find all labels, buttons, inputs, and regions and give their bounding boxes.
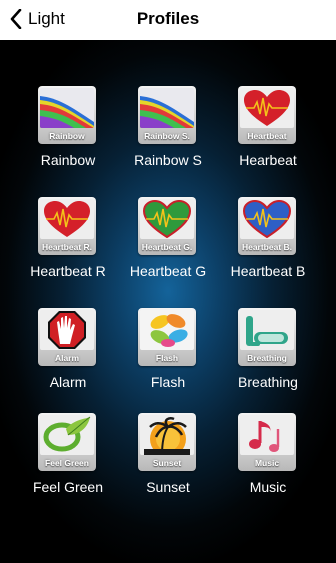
green-swirl-icon xyxy=(40,415,94,455)
profile-icon-button[interactable]: Sunset xyxy=(138,413,196,471)
profile-label: Breathing xyxy=(238,374,298,390)
profiles-grid: Rainbow Rainbow Rainbow S. Rainbow S Hea… xyxy=(0,40,336,563)
profile-label: Music xyxy=(249,479,287,495)
heartbeat-icon xyxy=(240,88,294,128)
profile-icon-button[interactable]: Rainbow xyxy=(38,86,96,144)
profile-icon-button[interactable]: Flash xyxy=(138,308,196,366)
hand-stop-icon xyxy=(40,310,94,350)
rainbow-icon xyxy=(140,88,194,128)
heartbeat-red-icon xyxy=(40,199,94,239)
profile-icon-button[interactable]: Rainbow S. xyxy=(138,86,196,144)
profile-icon-caption: Music xyxy=(254,458,280,468)
profile-icon-caption: Feel Green xyxy=(45,458,89,468)
profile-icon-caption: Rainbow S. xyxy=(144,131,190,141)
profile-icon-caption: Heartbeat xyxy=(247,131,287,141)
profile-icon-caption: Alarm xyxy=(54,353,80,363)
heartbeat-green-icon xyxy=(140,199,194,239)
profile-icon-button[interactable]: Heartbeat R. xyxy=(38,197,96,255)
profile-icon-caption: Heartbeat R. xyxy=(41,242,93,252)
profile-icon-button[interactable]: Heartbeat G. xyxy=(138,197,196,255)
navigation-bar: Light Profiles xyxy=(0,0,336,40)
rainbow-icon xyxy=(40,88,94,128)
music-note-icon xyxy=(240,415,294,455)
profile-icon-caption: Rainbow xyxy=(49,131,85,141)
heartbeat-blue-icon xyxy=(240,199,294,239)
flash-petals-icon xyxy=(140,310,194,350)
profile-icon-button[interactable]: Heartbeat B. xyxy=(238,197,296,255)
page-title: Profiles xyxy=(136,9,200,28)
profile-icon-caption: Sunset xyxy=(152,458,182,468)
profile-icon-caption: Heartbeat G. xyxy=(141,242,193,252)
profile-icon-caption: Breathing xyxy=(247,353,287,363)
snorkel-mask-icon xyxy=(240,310,294,350)
profile-icon-button[interactable]: Breathing xyxy=(238,308,296,366)
profile-icon-caption: Flash xyxy=(155,353,179,363)
profile-label: Heartbeat B xyxy=(230,263,306,279)
profile-icon-button[interactable]: Alarm xyxy=(38,308,96,366)
profile-label: Hearbeat xyxy=(239,152,297,168)
profile-icon-caption: Heartbeat B. xyxy=(241,242,293,252)
profile-icon-button[interactable]: Feel Green xyxy=(38,413,96,471)
profile-icon-button[interactable]: Music xyxy=(238,413,296,471)
palm-sunset-icon xyxy=(140,415,194,455)
profile-icon-button[interactable]: Heartbeat xyxy=(238,86,296,144)
